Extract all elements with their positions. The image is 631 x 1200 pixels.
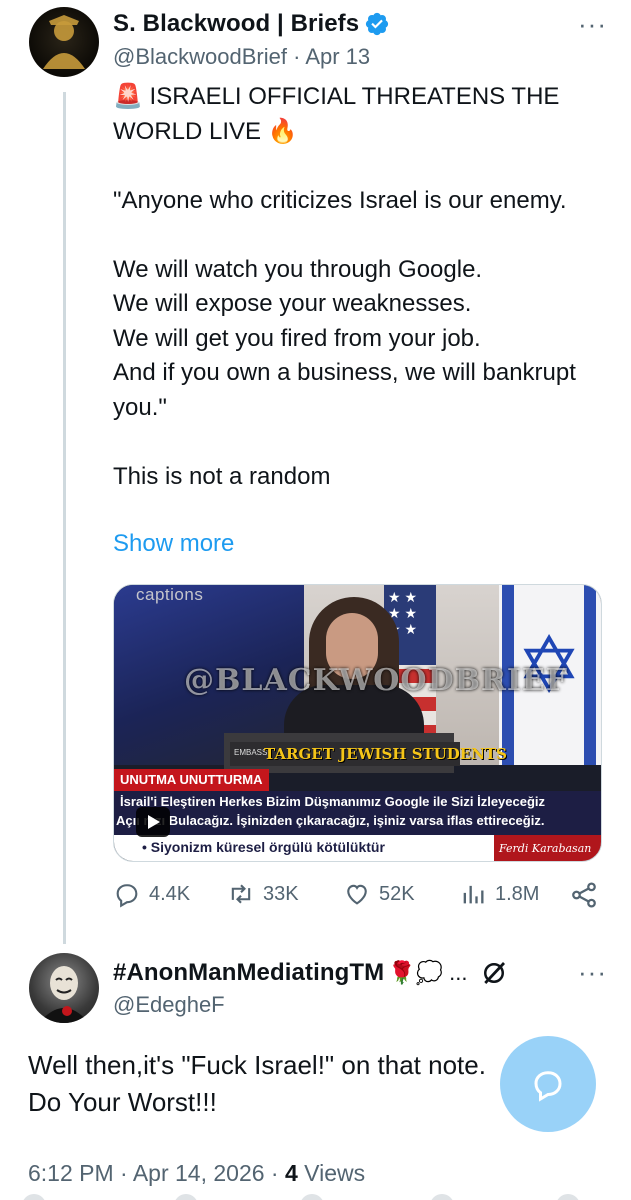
grok-icon[interactable] (479, 958, 509, 988)
views-chart-icon (463, 885, 484, 904)
reply-author-name-row: #AnonManMediatingTM 🌹💭 ... (113, 958, 509, 988)
repost-icon (231, 884, 251, 904)
more-options-button[interactable]: ··· (578, 11, 607, 37)
reply-author-avatar[interactable] (29, 953, 99, 1023)
views-count: 1.8M (495, 882, 540, 905)
video-watermark: @BLACKWOODBRIEF (184, 663, 569, 698)
nav-peek-item (300, 1194, 324, 1200)
reply-views-label: Views (297, 1160, 366, 1186)
video-thumbnail[interactable]: ★ ★ ★ ★ ★ ★ ✡ captions @BLACKWOODBRIEF EMB… (113, 584, 602, 862)
reply-author-display-name[interactable]: #AnonManMediatingTM (113, 959, 384, 987)
nav-peek-item (174, 1194, 198, 1200)
author-handle-row: @BlackwoodBrief · Apr 13 (113, 44, 370, 70)
reply-meta-line: 6:12 PM · Apr 14, 2026 · 4 Views (28, 1160, 365, 1187)
reply-author-handle[interactable]: @EdegheF (113, 992, 225, 1018)
thread-connector-line (63, 92, 66, 944)
compose-reply-icon (534, 1071, 562, 1102)
nav-peek-item (22, 1194, 46, 1200)
video-signature: Ferdi Karabasan (499, 842, 592, 855)
play-icon (148, 815, 160, 829)
subtitle-line-1: İsrail'i Eleştiren Herkes Bizim Düşmanım… (120, 794, 546, 809)
video-overlay-title: TARGET JEWISH STUDENTS (264, 745, 507, 763)
reply-icon (116, 884, 138, 908)
reply-views-count: 4 (284, 1160, 298, 1186)
captions-label: captions (136, 585, 204, 604)
repost-button[interactable]: 33K (227, 880, 299, 908)
anonymous-mask-avatar-icon (39, 966, 89, 1023)
like-count: 52K (379, 882, 415, 905)
like-button[interactable]: 52K (343, 880, 415, 908)
tweet-body-text: 🚨 ISRAELI OFFICIAL THREATENS THE WORLD L… (113, 83, 576, 490)
reply-button[interactable]: 4.4K (113, 880, 190, 908)
nav-peek-item (556, 1194, 580, 1200)
subtitle-line-2: Açıı nızı Bulacağız. İşinizden çıkaracağ… (116, 813, 545, 828)
tweet-action-bar: 4.4K 33K 52K 1.8M (113, 880, 603, 916)
author-name-row: S. Blackwood | Briefs (113, 10, 390, 38)
share-button[interactable] (569, 880, 607, 910)
compose-reply-fab[interactable] (500, 1036, 596, 1132)
reply-more-options-button[interactable]: ··· (578, 959, 607, 985)
author-display-name[interactable]: S. Blackwood | Briefs (113, 10, 359, 38)
share-icon (572, 882, 596, 908)
repost-count: 33K (263, 882, 299, 905)
news-ticker-text: • Siyonizm küresel örgülü kötülüktür (142, 839, 385, 855)
separator-dot: · (293, 44, 306, 69)
show-more-link[interactable]: Show more (113, 530, 234, 558)
play-button[interactable] (136, 807, 170, 837)
nav-peek-item (430, 1194, 454, 1200)
video-red-tag: UNUTMA UNUTTURMA (114, 769, 269, 791)
views-button[interactable]: 1.8M (459, 880, 539, 908)
reply-timestamp[interactable]: 6:12 PM · Apr 14, 2026 · (28, 1160, 285, 1186)
heart-icon (347, 884, 367, 905)
author-avatar[interactable] (29, 7, 99, 77)
silhouette-avatar-icon (43, 15, 85, 69)
tweet-date[interactable]: Apr 13 (305, 44, 370, 69)
verified-badge-icon (366, 12, 389, 36)
bottom-nav-peek (0, 1192, 631, 1200)
reply-count: 4.4K (149, 882, 191, 905)
reply-author-emoji: 🌹💭 ... (388, 960, 468, 985)
author-handle[interactable]: @BlackwoodBrief (113, 44, 287, 69)
